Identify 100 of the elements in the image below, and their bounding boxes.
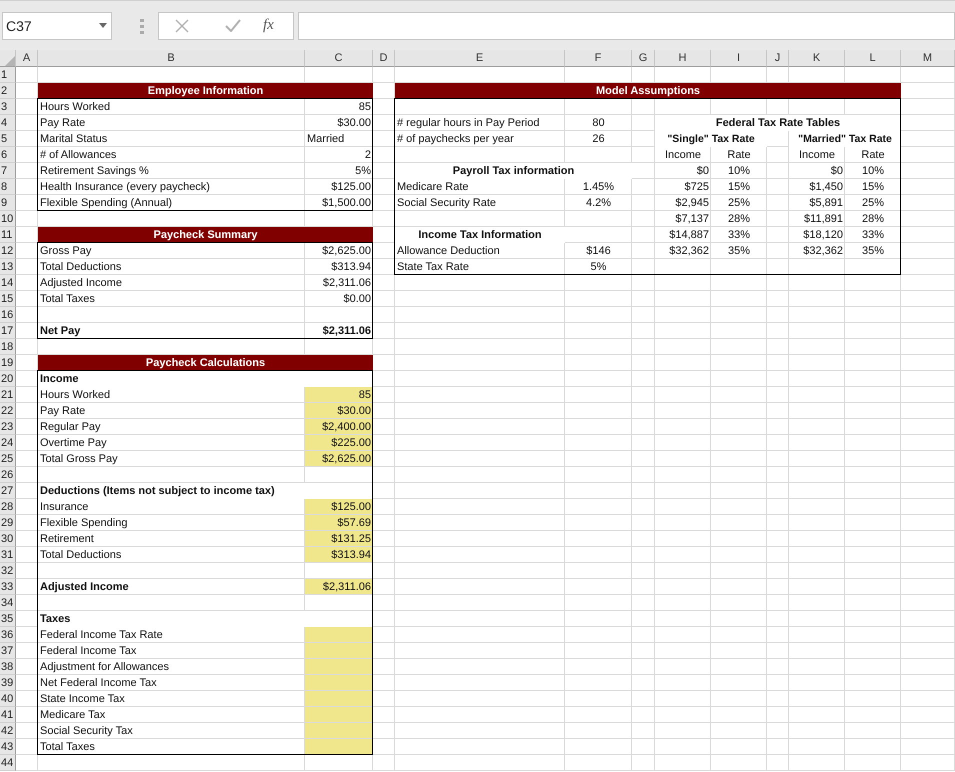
row-header[interactable]: 20: [0, 371, 16, 387]
column-header[interactable]: B: [38, 50, 305, 67]
cell-value: $0.00: [342, 292, 372, 307]
cell-value: $125.00: [305, 499, 373, 515]
row-header[interactable]: 24: [0, 435, 16, 451]
row-header[interactable]: 6: [0, 147, 16, 163]
group-heading: Income Tax Information: [395, 227, 565, 243]
dropdown-caret-icon[interactable]: [99, 23, 107, 28]
column-header: Rate: [726, 148, 752, 163]
cell-value: $2,400.00: [305, 419, 373, 435]
table-cell-text: 10%: [860, 164, 886, 179]
table-cell-text: 35%: [860, 244, 886, 259]
close-icon[interactable]: [175, 18, 189, 32]
column-header[interactable]: C: [305, 50, 373, 67]
row-header[interactable]: 2: [0, 83, 16, 99]
insert-function-button[interactable]: fx: [263, 17, 274, 34]
column-header[interactable]: L: [845, 50, 901, 67]
row-header[interactable]: 29: [0, 515, 16, 531]
cell-value: 1.45%: [582, 180, 616, 195]
row-label: Pay Rate: [39, 404, 86, 419]
column-header[interactable]: D: [373, 50, 395, 67]
column-header[interactable]: M: [901, 50, 955, 67]
row-label: Allowance Deduction: [396, 244, 501, 259]
row-header[interactable]: 17: [0, 323, 16, 339]
row-header[interactable]: 26: [0, 467, 16, 483]
row-header[interactable]: 43: [0, 739, 16, 755]
row-header[interactable]: 22: [0, 403, 16, 419]
column-header[interactable]: A: [16, 50, 38, 67]
row-header[interactable]: 37: [0, 643, 16, 659]
row-header[interactable]: 13: [0, 259, 16, 275]
row-header[interactable]: 23: [0, 419, 16, 435]
column-header[interactable]: K: [789, 50, 845, 67]
table-cell-text: $0: [830, 164, 844, 179]
row-header[interactable]: 30: [0, 531, 16, 547]
column-header[interactable]: H: [655, 50, 711, 67]
row-header[interactable]: 19: [0, 355, 16, 371]
row-header[interactable]: 4: [0, 115, 16, 131]
column-header[interactable]: J: [767, 50, 789, 67]
row-label: Social Security Rate: [396, 196, 498, 211]
row-header[interactable]: 36: [0, 627, 16, 643]
row-header[interactable]: 40: [0, 691, 16, 707]
table-cell-text: $32,362: [802, 244, 844, 259]
table-title: "Married" Tax Rate: [789, 131, 901, 147]
row-header[interactable]: 28: [0, 499, 16, 515]
row-header[interactable]: 34: [0, 595, 16, 611]
row-header[interactable]: 27: [0, 483, 16, 499]
select-all-button[interactable]: [0, 50, 16, 67]
cell-value: 5%: [590, 260, 608, 275]
formula-input[interactable]: [298, 12, 955, 40]
row-header[interactable]: 41: [0, 707, 16, 723]
row-header[interactable]: 35: [0, 611, 16, 627]
row-header[interactable]: 44: [0, 755, 16, 771]
column-header[interactable]: G: [632, 50, 655, 67]
name-box[interactable]: C37: [2, 12, 112, 40]
row-header[interactable]: 31: [0, 547, 16, 563]
row-label: Adjustment for Allowances: [39, 660, 170, 675]
row-label: Net Pay: [39, 324, 82, 339]
row-label: Retirement: [39, 532, 95, 547]
cell-value: $125.00: [330, 180, 372, 195]
row-label: Marital Status: [39, 132, 108, 147]
cell-value: 85: [305, 387, 373, 403]
column-header[interactable]: F: [565, 50, 632, 67]
column-header[interactable]: I: [711, 50, 767, 67]
row-header[interactable]: 33: [0, 579, 16, 595]
table-cell-text: 25%: [726, 196, 752, 211]
row-header[interactable]: 15: [0, 291, 16, 307]
table-cell-text: 33%: [860, 228, 886, 243]
row-header[interactable]: 42: [0, 723, 16, 739]
row-header[interactable]: 10: [0, 211, 16, 227]
row-header[interactable]: 21: [0, 387, 16, 403]
cell-value: 85: [358, 100, 372, 115]
row-header[interactable]: 12: [0, 243, 16, 259]
cell-value: 5%: [354, 164, 372, 179]
row-label: Total Taxes: [39, 740, 96, 755]
cell-value: $225.00: [305, 435, 373, 451]
column-header: Rate: [860, 148, 886, 163]
row-header[interactable]: 11: [0, 227, 16, 243]
row-header[interactable]: 9: [0, 195, 16, 211]
column-header[interactable]: E: [395, 50, 565, 67]
row-header[interactable]: 8: [0, 179, 16, 195]
row-header[interactable]: 38: [0, 659, 16, 675]
row-label: Insurance: [39, 500, 90, 515]
row-header[interactable]: 1: [0, 67, 16, 83]
row-header[interactable]: 7: [0, 163, 16, 179]
section-header: Paycheck Calculations: [38, 355, 373, 371]
row-header[interactable]: 5: [0, 131, 16, 147]
check-icon[interactable]: [225, 19, 241, 32]
group-heading: Federal Tax Rate Tables: [655, 115, 901, 131]
row-header[interactable]: 39: [0, 675, 16, 691]
row-header[interactable]: 18: [0, 339, 16, 355]
table-cell-text: $32,362: [668, 244, 710, 259]
row-label: Total Deductions: [39, 548, 122, 563]
table-cell-text: 10%: [726, 164, 752, 179]
table-cell-text: $14,887: [668, 228, 710, 243]
group-heading: Payroll Tax information: [395, 163, 632, 179]
row-header[interactable]: 14: [0, 275, 16, 291]
row-header[interactable]: 16: [0, 307, 16, 323]
row-header[interactable]: 3: [0, 99, 16, 115]
row-header[interactable]: 32: [0, 563, 16, 579]
row-header[interactable]: 25: [0, 451, 16, 467]
